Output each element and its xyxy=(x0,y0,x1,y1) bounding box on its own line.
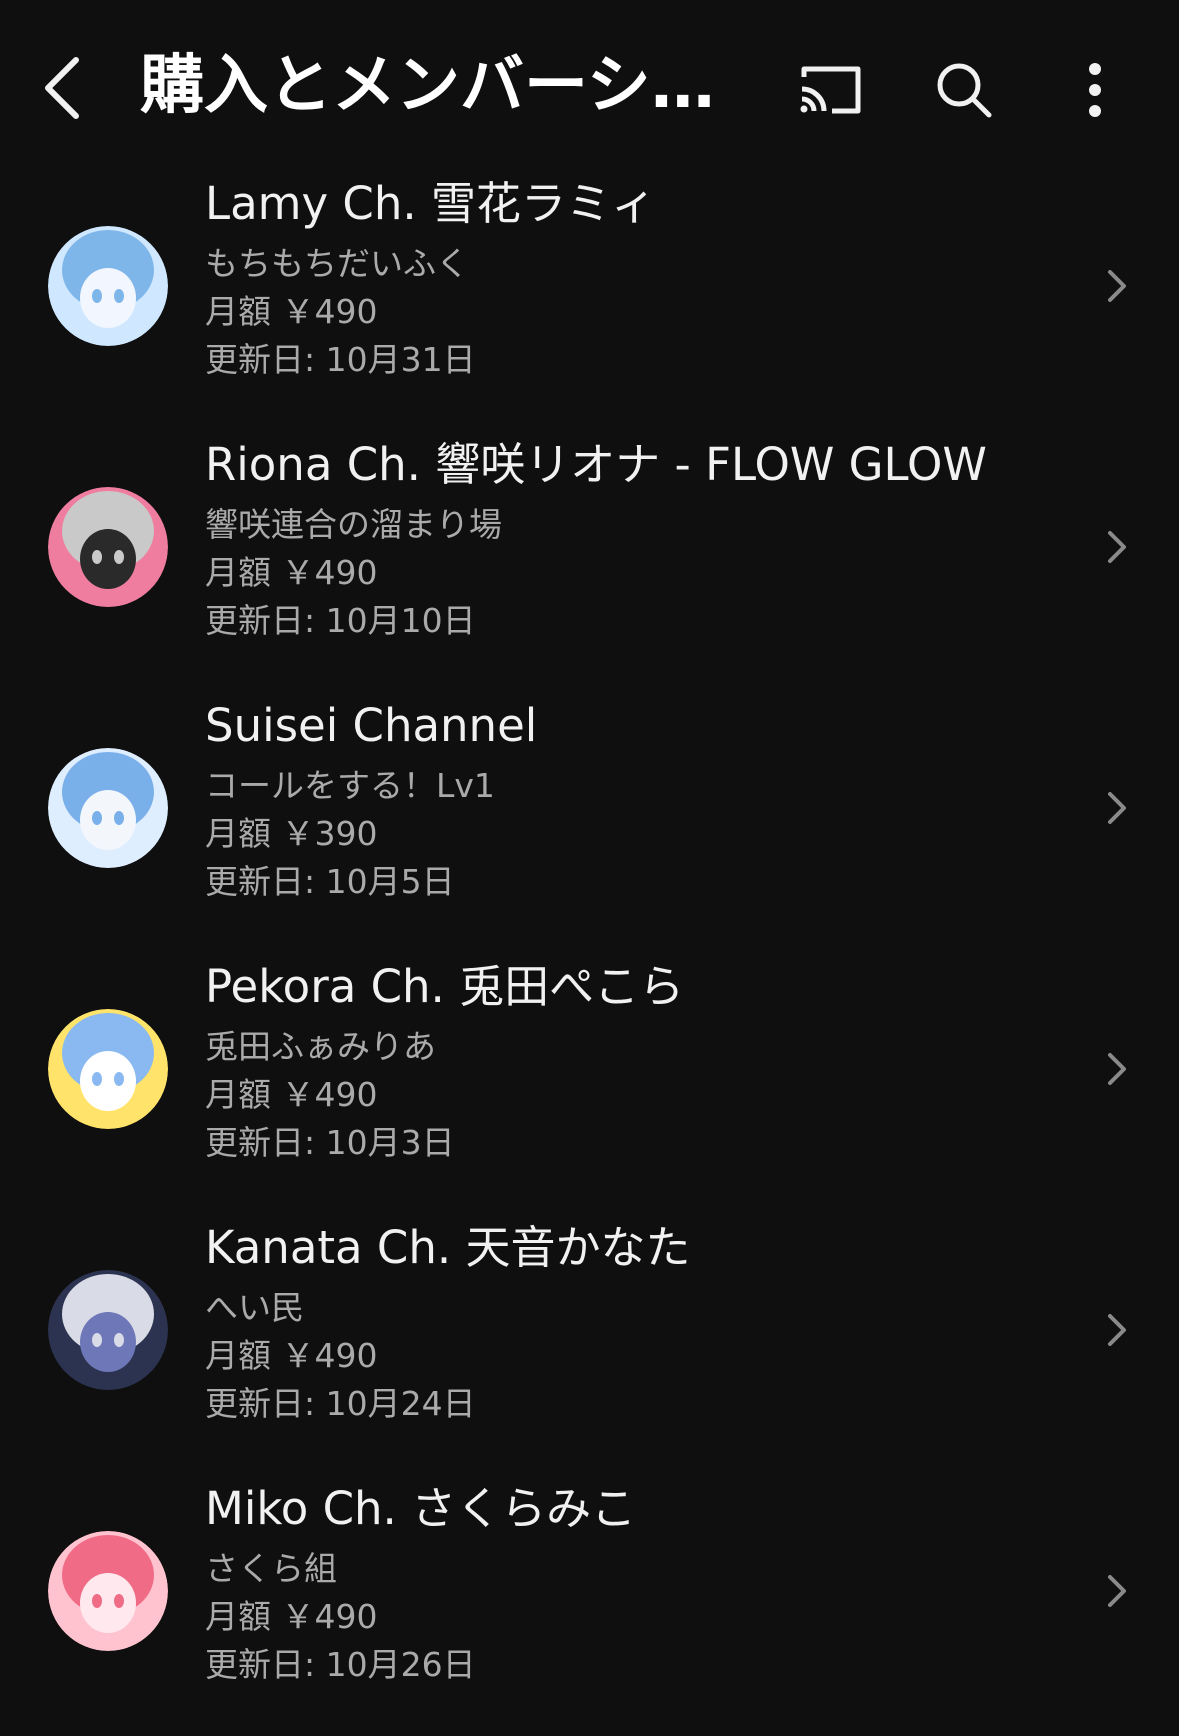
chevron-right-icon xyxy=(1100,1571,1132,1611)
monthly-price: 月額 ￥490 xyxy=(205,292,378,331)
membership-item[interactable]: Riona Ch. 響咲リオナ - FLOW GLOW 響咲連合の溜まり場 月額 ￥… xyxy=(0,431,1179,692)
membership-list: Lamy Ch. 雪花ラミィもちもちだいふく 月額 ￥490 更新日: 10月31日… xyxy=(0,170,1179,1736)
membership-tier: 兎田ふぁみりあ xyxy=(205,1027,436,1066)
monthly-price: 月額 ￥490 xyxy=(205,1075,378,1114)
back-button[interactable] xyxy=(30,48,94,128)
renewal-date: 更新日: 10月24日 xyxy=(205,1384,476,1423)
monthly-price: 月額 ￥490 xyxy=(205,1597,378,1636)
monthly-price: 月額 ￥490 xyxy=(205,553,378,592)
channel-name: Kanata Ch. 天音かなた xyxy=(205,1221,691,1274)
membership-item[interactable]: Kanata Ch. 天音かなたへい民月額 ￥490 更新日: 10月24日 xyxy=(0,1214,1179,1475)
membership-item[interactable]: Suisei Channel コールをする！Lv1 月額 ￥390 更新日: 10月5… xyxy=(0,692,1179,953)
more-vert-icon xyxy=(1089,63,1101,117)
channel-avatar xyxy=(48,1531,168,1651)
membership-item[interactable]: Lamy Ch. 雪花ラミィもちもちだいふく 月額 ￥490 更新日: 10月31日 xyxy=(0,170,1179,431)
renewal-date: 更新日: 10月26日 xyxy=(205,1645,476,1684)
membership-details: Riona Ch. 響咲リオナ - FLOW GLOW 響咲連合の溜まり場 月額 ￥… xyxy=(205,437,1059,645)
membership-item[interactable]: Miko Ch. さくらみこさくら組月額 ￥490 更新日: 10月26日 xyxy=(0,1475,1179,1736)
membership-details: Lamy Ch. 雪花ラミィもちもちだいふく 月額 ￥490 更新日: 10月31日 xyxy=(205,176,1059,384)
chevron-right-icon xyxy=(1100,1310,1132,1350)
back-icon xyxy=(45,57,79,119)
renewal-date: 更新日: 10月5日 xyxy=(205,862,455,901)
channel-name: Pekora Ch. 兎田ぺこら xyxy=(205,960,685,1013)
channel-avatar xyxy=(48,226,168,346)
renewal-date: 更新日: 10月3日 xyxy=(205,1123,455,1162)
membership-tier: さくら組 xyxy=(205,1549,337,1588)
membership-details: Kanata Ch. 天音かなたへい民月額 ￥490 更新日: 10月24日 xyxy=(205,1220,1059,1428)
channel-name: Riona Ch. 響咲リオナ - FLOW GLOW xyxy=(205,438,987,491)
cast-icon xyxy=(800,66,861,114)
chevron-right-icon xyxy=(1100,266,1132,306)
membership-tier: へい民 xyxy=(205,1288,304,1327)
membership-details: Suisei Channel コールをする！Lv1 月額 ￥390 更新日: 10月5… xyxy=(205,698,1059,906)
more-options-button[interactable] xyxy=(1055,50,1135,130)
app-header: 購入とメンバーシ… xyxy=(0,0,1179,170)
search-icon xyxy=(937,63,992,118)
chevron-right-icon xyxy=(1100,1049,1132,1089)
channel-avatar xyxy=(48,1270,168,1390)
membership-details: Miko Ch. さくらみこさくら組月額 ￥490 更新日: 10月26日 xyxy=(205,1481,1059,1689)
channel-avatar xyxy=(48,487,168,607)
membership-details: Pekora Ch. 兎田ぺこら兎田ふぁみりあ 月額 ￥490 更新日: 10月3日 xyxy=(205,959,1059,1167)
membership-tier: 響咲連合の溜まり場 xyxy=(205,505,502,544)
membership-tier: コールをする！Lv1 xyxy=(205,766,495,805)
channel-avatar xyxy=(48,748,168,868)
monthly-price: 月額 ￥390 xyxy=(205,814,378,853)
channel-name: Suisei Channel xyxy=(205,699,538,752)
channel-name: Miko Ch. さくらみこ xyxy=(205,1482,637,1535)
membership-tier: もちもちだいふく xyxy=(205,244,469,283)
channel-avatar xyxy=(48,1009,168,1129)
channel-name: Lamy Ch. 雪花ラミィ xyxy=(205,177,656,230)
page-title: 購入とメンバーシ… xyxy=(140,49,715,123)
monthly-price: 月額 ￥490 xyxy=(205,1336,378,1375)
cast-button[interactable] xyxy=(791,50,871,130)
membership-item[interactable]: Pekora Ch. 兎田ぺこら兎田ふぁみりあ 月額 ￥490 更新日: 10月3日 xyxy=(0,953,1179,1214)
renewal-date: 更新日: 10月10日 xyxy=(205,601,476,640)
chevron-right-icon xyxy=(1100,527,1132,567)
renewal-date: 更新日: 10月31日 xyxy=(205,340,476,379)
chevron-right-icon xyxy=(1100,788,1132,828)
search-button[interactable] xyxy=(924,50,1004,130)
